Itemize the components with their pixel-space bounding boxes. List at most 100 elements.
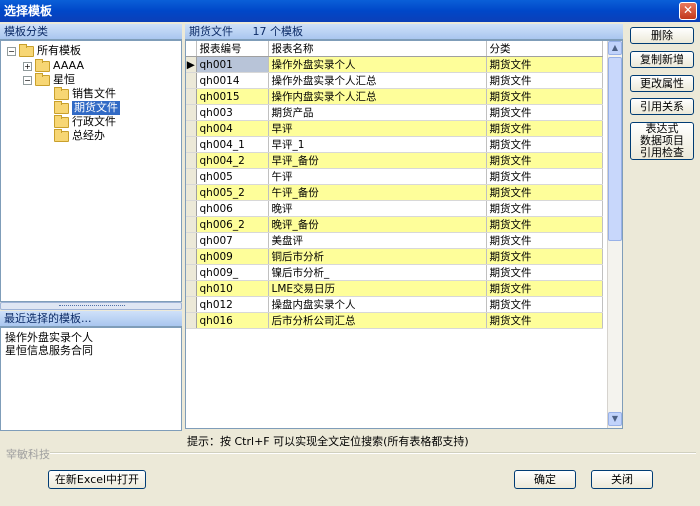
row-indicator — [186, 280, 197, 297]
corner-cell — [186, 41, 197, 57]
tree-node-all[interactable]: − 所有模板 — [7, 43, 81, 58]
table-row[interactable]: qh005 午评 期货文件 — [186, 168, 603, 185]
cell-category: 期货文件 — [486, 184, 603, 201]
splitter-handle[interactable] — [0, 302, 182, 310]
table-row[interactable]: qh005_2 午评_备份 期货文件 — [186, 184, 603, 201]
table-row[interactable]: qh003 期货产品 期货文件 — [186, 104, 603, 121]
cell-code: qh006_2 — [196, 216, 269, 233]
tree-node-label: 行政文件 — [72, 115, 116, 128]
row-indicator — [186, 248, 197, 265]
open-in-excel-button[interactable]: 在新Excel中打开 — [48, 470, 146, 489]
expression-check-button[interactable]: 表达式 数据项目 引用检查 — [630, 122, 694, 160]
tree-node-label: 所有模板 — [37, 44, 81, 57]
collapse-icon[interactable]: − — [7, 46, 16, 56]
table-row[interactable]: qh010 LME交易日历 期货文件 — [186, 280, 603, 297]
grip-icon — [59, 305, 125, 307]
cell-name: 后市分析公司汇总 — [268, 312, 487, 329]
cell-name: 镍后市分析_ — [268, 264, 487, 281]
cell-name: 操作外盘实录个人汇总 — [268, 72, 487, 89]
expand-icon[interactable]: + — [23, 61, 32, 71]
table-row[interactable]: qh0015 操作内盘实录个人汇总 期货文件 — [186, 88, 603, 105]
tree-node-gm-office[interactable]: 总经办 — [54, 128, 105, 143]
tree-node-futures[interactable]: 期货文件 — [54, 100, 120, 115]
cell-category: 期货文件 — [486, 104, 603, 121]
cell-category: 期货文件 — [486, 264, 603, 281]
copy-new-button[interactable]: 复制新增 — [630, 51, 694, 68]
row-indicator — [186, 136, 197, 153]
title-bar: 选择模板 ✕ — [0, 0, 700, 22]
table-row[interactable]: qh009 铜后市分析 期货文件 — [186, 248, 603, 265]
cell-name: 操作外盘实录个人 — [268, 56, 487, 73]
table-row[interactable]: qh012 操盘内盘实录个人 期货文件 — [186, 296, 603, 313]
cell-name: 操盘内盘实录个人 — [268, 296, 487, 313]
cell-name: 期货产品 — [268, 104, 487, 121]
references-button[interactable]: 引用关系 — [630, 98, 694, 115]
cell-category: 期货文件 — [486, 72, 603, 89]
row-indicator — [186, 120, 197, 137]
cell-category: 期货文件 — [486, 248, 603, 265]
cell-category: 期货文件 — [486, 280, 603, 297]
recent-item[interactable]: 操作外盘实录个人 — [5, 331, 93, 344]
cell-code: qh012 — [196, 296, 269, 313]
cell-name: 晚评 — [268, 200, 487, 217]
scroll-thumb[interactable] — [608, 57, 622, 241]
cell-code: qh007 — [196, 232, 269, 249]
tree-node-sales[interactable]: 销售文件 — [54, 86, 116, 101]
tree-node-aaaa[interactable]: + AAAA — [23, 58, 84, 73]
column-header-name[interactable]: 报表名称 — [268, 41, 487, 57]
collapse-icon[interactable]: − — [23, 75, 32, 85]
table-row[interactable]: qh016 后市分析公司汇总 期货文件 — [186, 312, 603, 329]
table-row[interactable]: qh006 晚评 期货文件 — [186, 200, 603, 217]
vertical-scrollbar[interactable]: ▲ ▼ — [607, 41, 622, 428]
cell-category: 期货文件 — [486, 312, 603, 329]
cell-code: qh010 — [196, 280, 269, 297]
scroll-down-icon[interactable]: ▼ — [608, 412, 622, 426]
row-indicator — [186, 216, 197, 233]
scroll-up-icon[interactable]: ▲ — [608, 41, 622, 55]
cell-category: 期货文件 — [486, 56, 603, 73]
cell-code: qh016 — [196, 312, 269, 329]
folder-icon — [54, 86, 69, 100]
row-indicator — [186, 104, 197, 121]
row-indicator — [186, 264, 197, 281]
cell-code: qh009_ — [196, 264, 269, 281]
tree-node-xingheng[interactable]: − 星恒 — [23, 72, 75, 87]
tree-node-label: 总经办 — [72, 129, 105, 142]
cell-name: LME交易日历 — [268, 280, 487, 297]
company-label: 宰敏科技 — [6, 448, 50, 461]
cell-category: 期货文件 — [486, 216, 603, 233]
recent-panel-header: 最近选择的模板... — [0, 311, 182, 327]
delete-button[interactable]: 删除 — [630, 27, 694, 44]
cell-code: qh005_2 — [196, 184, 269, 201]
change-properties-button[interactable]: 更改属性 — [630, 75, 694, 92]
tree-node-admin[interactable]: 行政文件 — [54, 114, 116, 129]
table-row[interactable]: qh009_ 镍后市分析_ 期货文件 — [186, 264, 603, 281]
cell-code: qh001 — [196, 56, 269, 73]
row-indicator — [186, 200, 197, 217]
cell-category: 期货文件 — [486, 136, 603, 153]
close-button[interactable]: 关闭 — [591, 470, 653, 489]
table-row[interactable]: ▶ qh001 操作外盘实录个人 期货文件 — [186, 56, 603, 73]
ok-button[interactable]: 确定 — [514, 470, 576, 489]
column-header-code[interactable]: 报表编号 — [196, 41, 269, 57]
tree-node-label: 销售文件 — [72, 87, 116, 100]
cell-name: 铜后市分析 — [268, 248, 487, 265]
cell-code: qh005 — [196, 168, 269, 185]
close-icon[interactable]: ✕ — [679, 2, 697, 20]
table-row[interactable]: qh004_2 早评_备份 期货文件 — [186, 152, 603, 169]
recent-list: 操作外盘实录个人 星恒信息服务合同 — [0, 327, 182, 431]
cell-code: qh004_2 — [196, 152, 269, 169]
cell-category: 期货文件 — [486, 232, 603, 249]
table-row[interactable]: qh007 美盘评 期货文件 — [186, 232, 603, 249]
table-row[interactable]: qh0014 操作外盘实录个人汇总 期货文件 — [186, 72, 603, 89]
cell-code: qh003 — [196, 104, 269, 121]
table-row[interactable]: qh004_1 早评_1 期货文件 — [186, 136, 603, 153]
window-title: 选择模板 — [4, 4, 53, 18]
folder-icon — [54, 100, 69, 114]
column-header-category[interactable]: 分类 — [486, 41, 603, 57]
recent-item[interactable]: 星恒信息服务合同 — [5, 344, 93, 357]
table-row[interactable]: qh006_2 晚评_备份 期货文件 — [186, 216, 603, 233]
row-indicator — [186, 232, 197, 249]
grid-body: ▶ qh001 操作外盘实录个人 期货文件 qh0014 操作外盘实录个人汇总 期货文件 qh… — [186, 56, 603, 329]
table-row[interactable]: qh004 早评 期货文件 — [186, 120, 603, 137]
